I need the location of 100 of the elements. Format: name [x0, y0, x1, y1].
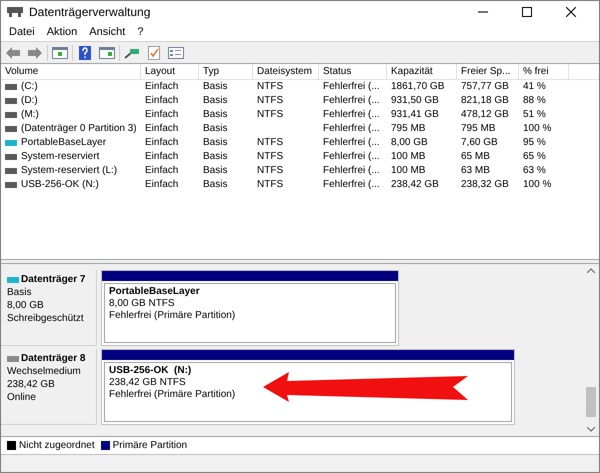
column-header[interactable]: % frei [519, 64, 569, 79]
menu-item[interactable]: ? [133, 24, 148, 40]
table-cell: NTFS [257, 178, 284, 192]
scroll-up-icon[interactable] [587, 268, 595, 273]
table-cell: Einfach [145, 94, 178, 108]
table-cell: NTFS [257, 80, 284, 94]
table-cell: 931,41 GB [391, 108, 439, 122]
partition-name: USB-256-OK (N:) [109, 365, 192, 377]
table-cell: Basis [203, 164, 228, 178]
table-cell: System-reserviert [21, 150, 100, 164]
scroll-thumb[interactable] [586, 387, 596, 417]
table-cell: NTFS [257, 150, 284, 164]
table-cell: Fehlerfrei (... [323, 108, 380, 122]
menu-item[interactable]: Aktion [42, 24, 82, 40]
table-cell: Basis [203, 136, 228, 150]
table-cell: 100 % [523, 178, 552, 192]
column-header[interactable]: Kapazität [387, 64, 457, 79]
table-cell: Einfach [145, 164, 178, 178]
table-cell: Basis [203, 150, 228, 164]
table-cell: 238,42 GB [391, 178, 439, 192]
table-cell: 821,18 GB [461, 94, 509, 108]
scroll-down-icon[interactable] [587, 427, 595, 432]
column-header[interactable]: Status [319, 64, 387, 79]
table-cell: Einfach [145, 108, 178, 122]
table-cell: NTFS [257, 94, 284, 108]
table-cell: Fehlerfrei (... [323, 136, 380, 150]
table-cell: 100 MB [391, 150, 426, 164]
partition-status: Fehlerfrei (Primäre Partition) [109, 310, 236, 322]
column-header[interactable]: Volume [1, 64, 141, 79]
column-header[interactable]: Layout [141, 64, 199, 79]
table-cell: (Datenträger 0 Partition 3) [21, 122, 137, 136]
menu-item[interactable]: Datei [5, 24, 39, 40]
disk-name: Datenträger 7 [21, 273, 86, 286]
window-title: Datenträgerverwaltung [29, 4, 150, 21]
disk-info-panel[interactable]: Datenträger 7 Basis 8,00 GB Schreibgeschützt [1, 270, 97, 346]
legend-label: Nicht zugeordnet [19, 439, 95, 453]
table-cell: NTFS [257, 108, 284, 122]
table-cell: 795 MB [461, 122, 496, 136]
menu-item[interactable]: Ansicht [85, 24, 130, 40]
table-cell: NTFS [257, 136, 284, 150]
table-cell: Basis [203, 108, 228, 122]
disk-detail: Wechselmedium [7, 365, 82, 378]
table-cell: System-reserviert (L:) [21, 164, 118, 178]
legend-label: Primäre Partition [112, 439, 188, 453]
table-cell: Einfach [145, 80, 178, 94]
table-cell: Einfach [145, 178, 178, 192]
disk-detail: Online [7, 391, 37, 404]
table-cell: (M:) [21, 108, 39, 122]
table-cell: 1861,70 GB [391, 80, 444, 94]
partition-status: Fehlerfrei (Primäre Partition) [109, 389, 236, 401]
table-cell: Basis [203, 94, 228, 108]
table-cell: Basis [203, 80, 228, 94]
disk-detail: Schreibgeschützt [7, 312, 85, 325]
table-cell: 63 % [523, 164, 546, 178]
table-cell: Fehlerfrei (... [323, 164, 380, 178]
table-cell: Fehlerfrei (... [323, 94, 380, 108]
table-cell: 795 MB [391, 122, 426, 136]
disk-management-icon [7, 6, 23, 18]
table-cell: 65 MB [461, 150, 490, 164]
table-cell: (D:) [21, 94, 38, 108]
close-icon [566, 7, 576, 17]
column-header[interactable]: Typ [199, 64, 253, 79]
table-cell: 100 % [523, 122, 552, 136]
table-cell: Fehlerfrei (... [323, 150, 380, 164]
disk-detail: Basis [7, 286, 32, 299]
partition-size: 238,42 GB NTFS [109, 377, 187, 389]
disk-detail: 8,00 GB [7, 299, 45, 312]
table-cell: PortableBaseLayer [21, 136, 106, 150]
partition-name: PortableBaseLayer [109, 286, 201, 298]
table-cell: 51 % [523, 108, 546, 122]
plug-icon [124, 46, 140, 58]
table-cell: 100 MB [391, 164, 426, 178]
column-header[interactable]: Dateisystem [253, 64, 319, 79]
partition-block[interactable]: PortableBaseLayer 8,00 GB NTFS Fehlerfrei (Primäre Partition) [101, 270, 399, 346]
table-cell: 757,77 GB [461, 80, 509, 94]
table-cell: USB-256-OK (N:) [21, 178, 99, 192]
table-cell: 7,60 GB [461, 136, 498, 150]
table-cell: 63 MB [461, 164, 490, 178]
table-cell: Einfach [145, 122, 178, 136]
table-cell: 8,00 GB [391, 136, 428, 150]
maximize-icon [522, 7, 532, 17]
disk-info-panel[interactable]: Datenträger 8 Wechselmedium 238,42 GB Online [1, 349, 97, 425]
table-cell: Einfach [145, 136, 178, 150]
table-cell: Basis [203, 178, 228, 192]
table-cell: 931,50 GB [391, 94, 439, 108]
table-cell: 88 % [523, 94, 546, 108]
table-cell: 95 % [523, 136, 546, 150]
table-cell: 478,12 GB [461, 108, 509, 122]
table-cell: Basis [203, 122, 228, 136]
table-cell: Fehlerfrei (... [323, 80, 380, 94]
table-cell: 238,32 GB [461, 178, 509, 192]
table-cell: Fehlerfrei (... [323, 178, 380, 192]
disk-detail: 238,42 GB [7, 378, 56, 391]
table-cell: Fehlerfrei (... [323, 122, 380, 136]
table-cell: NTFS [257, 164, 284, 178]
table-cell: Einfach [145, 150, 178, 164]
column-header[interactable]: Freier Sp... [457, 64, 519, 79]
table-cell: (C:) [21, 80, 38, 94]
table-cell: 41 % [523, 80, 546, 94]
table-cell: 65 % [523, 150, 546, 164]
